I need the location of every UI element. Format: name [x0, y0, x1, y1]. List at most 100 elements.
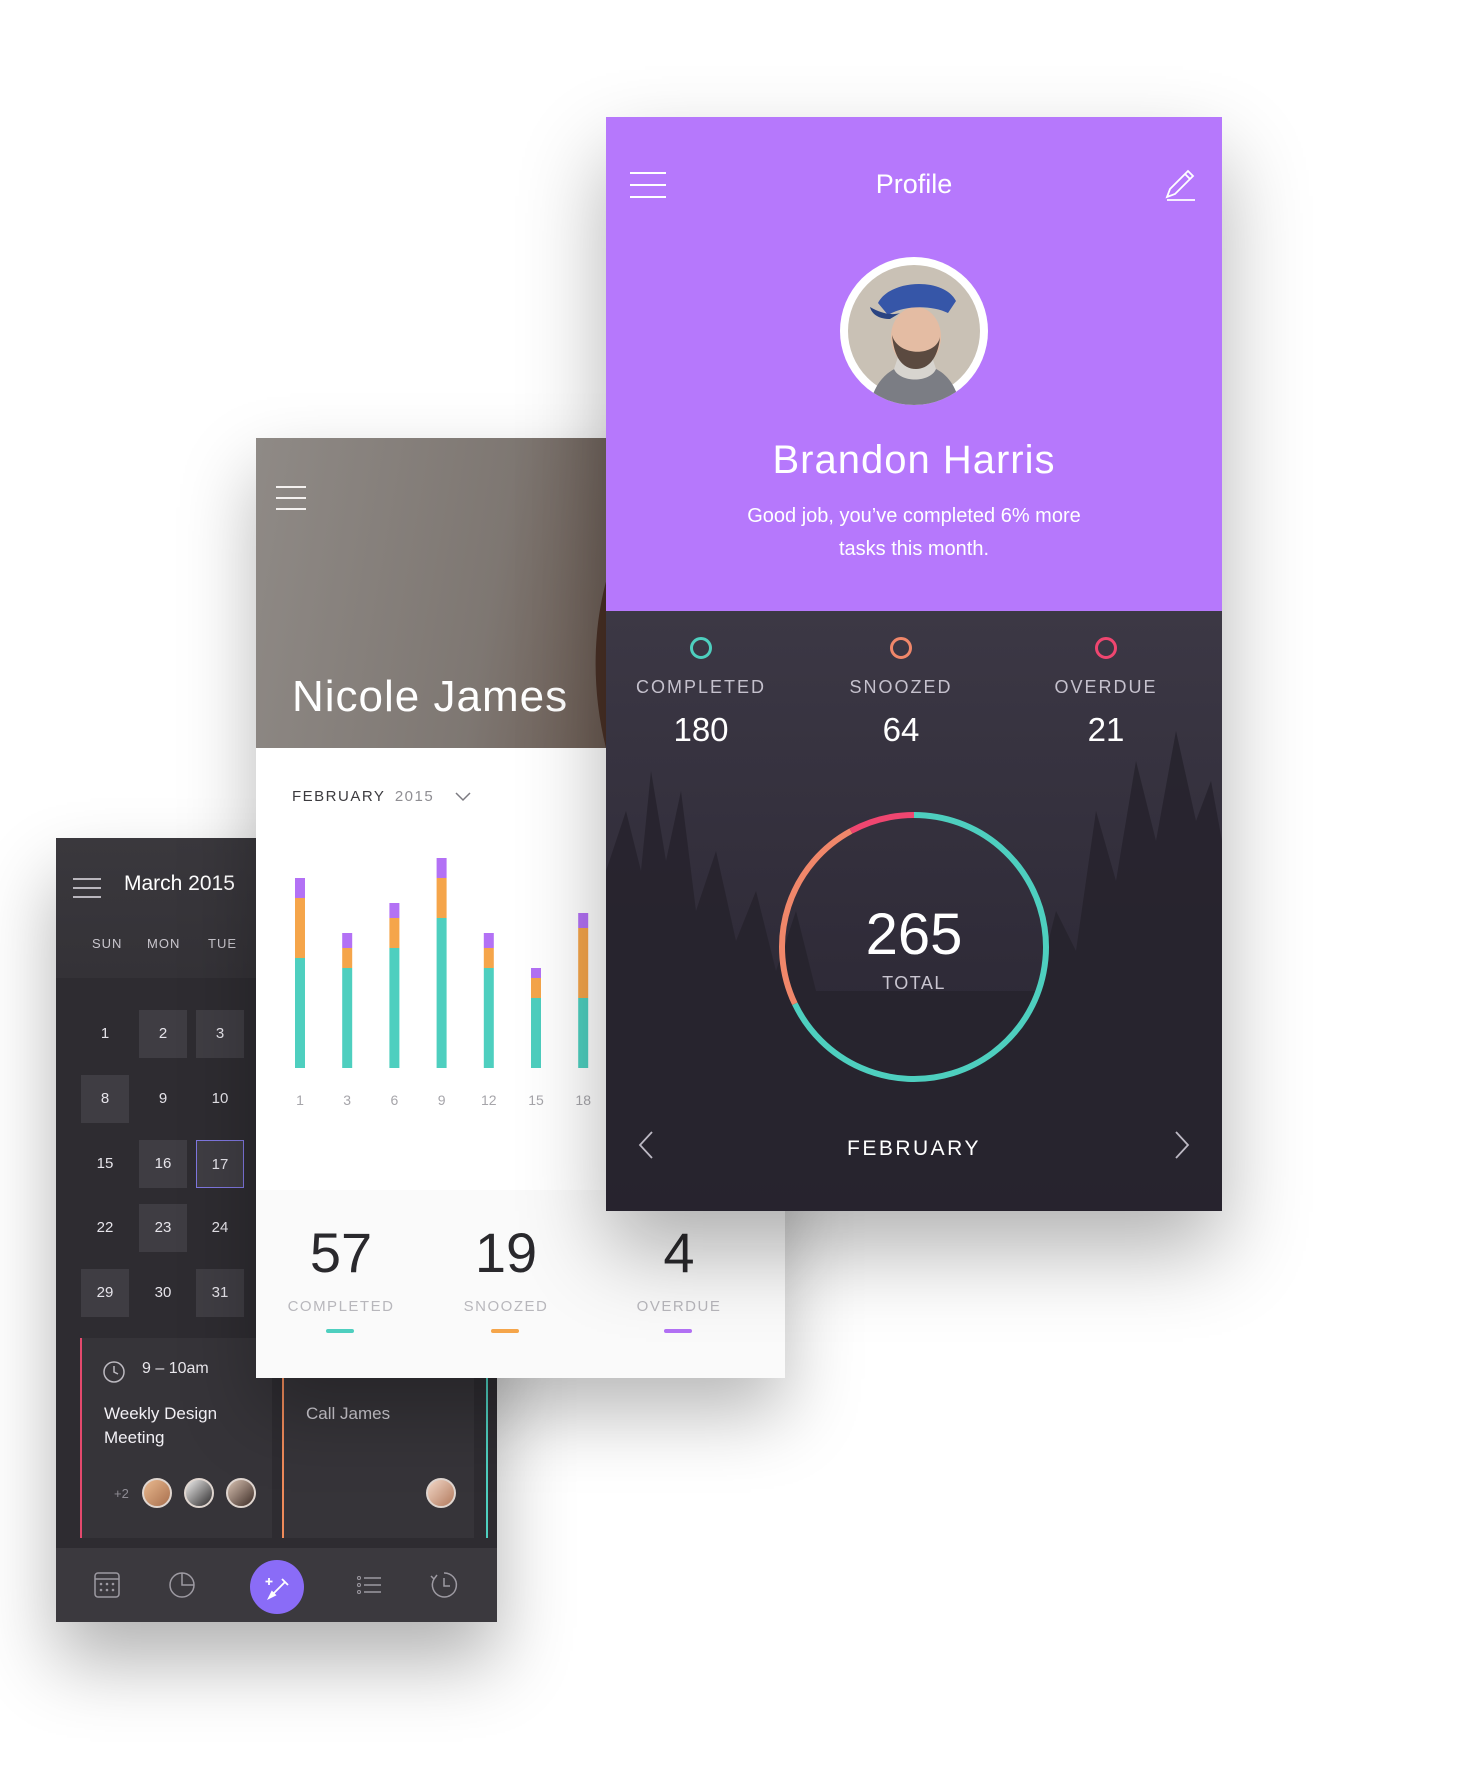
bar-segment [436, 878, 447, 918]
year-label: 2015 [394, 788, 435, 805]
date-cell-selected[interactable]: 17 [196, 1140, 244, 1188]
bar-segment [342, 933, 353, 948]
stat-value: 64 [882, 711, 920, 748]
overdue-ring-icon [1095, 637, 1117, 659]
event-title: Call James [306, 1404, 391, 1423]
profile-message-line2: tasks this month. [838, 538, 990, 560]
edit-pencil-icon[interactable] [1161, 165, 1199, 203]
avatar [226, 1478, 256, 1508]
bar-segment [531, 978, 541, 998]
x-tick-label: 18 [575, 1092, 591, 1108]
bar-segment [342, 948, 353, 968]
stat-value: 21 [1087, 711, 1125, 748]
date-cell[interactable]: 22 [81, 1204, 129, 1252]
stat-value: 57 [309, 1221, 373, 1284]
bar-segment [389, 948, 400, 1068]
date-cell[interactable]: 15 [81, 1140, 129, 1188]
history-icon[interactable] [429, 1570, 459, 1600]
date-cell[interactable]: 1 [81, 1010, 129, 1058]
calendar-icon[interactable] [92, 1570, 122, 1600]
date-cell[interactable]: 23 [139, 1204, 187, 1252]
new-task-icon [265, 1578, 289, 1601]
bar-segment [483, 948, 494, 968]
date-cell[interactable]: 2 [139, 1010, 187, 1058]
month-selector[interactable]: FEBRUARY 2015 [292, 788, 472, 805]
new-task-button[interactable] [250, 1560, 304, 1614]
date-cell[interactable]: 30 [139, 1269, 187, 1317]
date-cell[interactable]: 10 [196, 1075, 244, 1123]
stat-label: SNOOZED [849, 677, 953, 697]
stat-indicator [664, 1329, 692, 1333]
bar-segment [295, 898, 305, 958]
bar-segment [389, 918, 400, 948]
weekday-tue: TUE [208, 936, 237, 951]
menu-icon[interactable] [276, 486, 306, 512]
bar-segment [295, 958, 305, 1068]
event-title-line1: Weekly Design [104, 1404, 218, 1423]
stat-label: COMPLETED [287, 1298, 395, 1315]
extra-attendees-count: +2 [114, 1486, 129, 1501]
x-tick-label: 3 [343, 1092, 351, 1108]
bar-segment [389, 903, 400, 918]
stat-label: COMPLETED [635, 677, 767, 697]
bar-segment [436, 918, 447, 1068]
screen-title: Profile [875, 169, 953, 199]
month-label: FEBRUARY [292, 788, 386, 805]
profile-name: Brandon Harris [772, 438, 1056, 482]
event-time: 9 – 10am [142, 1360, 209, 1377]
date-cell[interactable]: 8 [81, 1075, 129, 1123]
bar-segment [295, 878, 305, 898]
profile-message-line1: Good job, you’ve completed 6% more [747, 505, 1081, 527]
date-cell[interactable]: 24 [196, 1204, 244, 1252]
date-cell[interactable]: 3 [196, 1010, 244, 1058]
stat-label: OVERDUE [636, 1298, 722, 1315]
x-tick-label: 12 [481, 1092, 497, 1108]
avatar [142, 1478, 172, 1508]
x-tick-label: 1 [296, 1092, 304, 1108]
chevron-down-icon [455, 792, 471, 802]
x-tick-label: 15 [528, 1092, 544, 1108]
total-value: 265 [865, 902, 963, 967]
date-cell[interactable]: 16 [139, 1140, 187, 1188]
bar-segment [531, 968, 541, 978]
bar-segment [578, 928, 589, 998]
bar-segment [342, 968, 353, 1068]
profile-avatar[interactable] [840, 257, 988, 405]
stat-value: 180 [673, 711, 729, 748]
stat-label: OVERDUE [1054, 677, 1158, 697]
profile-screen: Profile Brandon Harris Good job, you’ve … [606, 117, 1222, 1211]
total-label: TOTAL [882, 973, 946, 993]
stat-label: SNOOZED [463, 1298, 549, 1315]
x-tick-label: 9 [438, 1092, 446, 1108]
bar-segment [483, 968, 494, 1068]
bar-segment [483, 933, 494, 948]
weekday-sun: SUN [92, 936, 123, 951]
profile-photo [848, 265, 980, 405]
donut-segment [849, 812, 915, 834]
month-label: FEBRUARY [847, 1137, 981, 1160]
stats-summary: 57 COMPLETED 19 SNOOZED 4 OVERDUE [256, 1190, 785, 1378]
date-cell[interactable]: 29 [81, 1269, 129, 1317]
bar-segment [531, 998, 541, 1068]
clock-icon [103, 1361, 125, 1383]
event-title-line2: Meeting [104, 1428, 165, 1447]
x-tick-label: 6 [391, 1092, 399, 1108]
bottom-nav [56, 1548, 497, 1622]
pie-chart-icon[interactable] [167, 1570, 197, 1600]
event-card-weekly-meeting[interactable]: 9 – 10am Weekly Design Meeting +2 [80, 1338, 272, 1538]
weekday-mon: MON [147, 936, 181, 951]
profile-message: Good job, you’ve completed 6% more tasks… [706, 500, 1122, 566]
bar-segment [578, 913, 589, 928]
stat-value: 4 [663, 1221, 695, 1284]
date-cell[interactable]: 31 [196, 1269, 244, 1317]
date-cell[interactable]: 9 [139, 1075, 187, 1123]
user-name: Nicole James [292, 672, 569, 721]
chevron-right-icon[interactable] [1172, 1129, 1192, 1161]
avatar [426, 1478, 456, 1508]
list-icon[interactable] [354, 1570, 384, 1600]
completed-ring-icon [690, 637, 712, 659]
snoozed-ring-icon [890, 637, 912, 659]
bar-segment [578, 998, 589, 1068]
menu-icon[interactable] [73, 878, 101, 898]
avatar [184, 1478, 214, 1508]
